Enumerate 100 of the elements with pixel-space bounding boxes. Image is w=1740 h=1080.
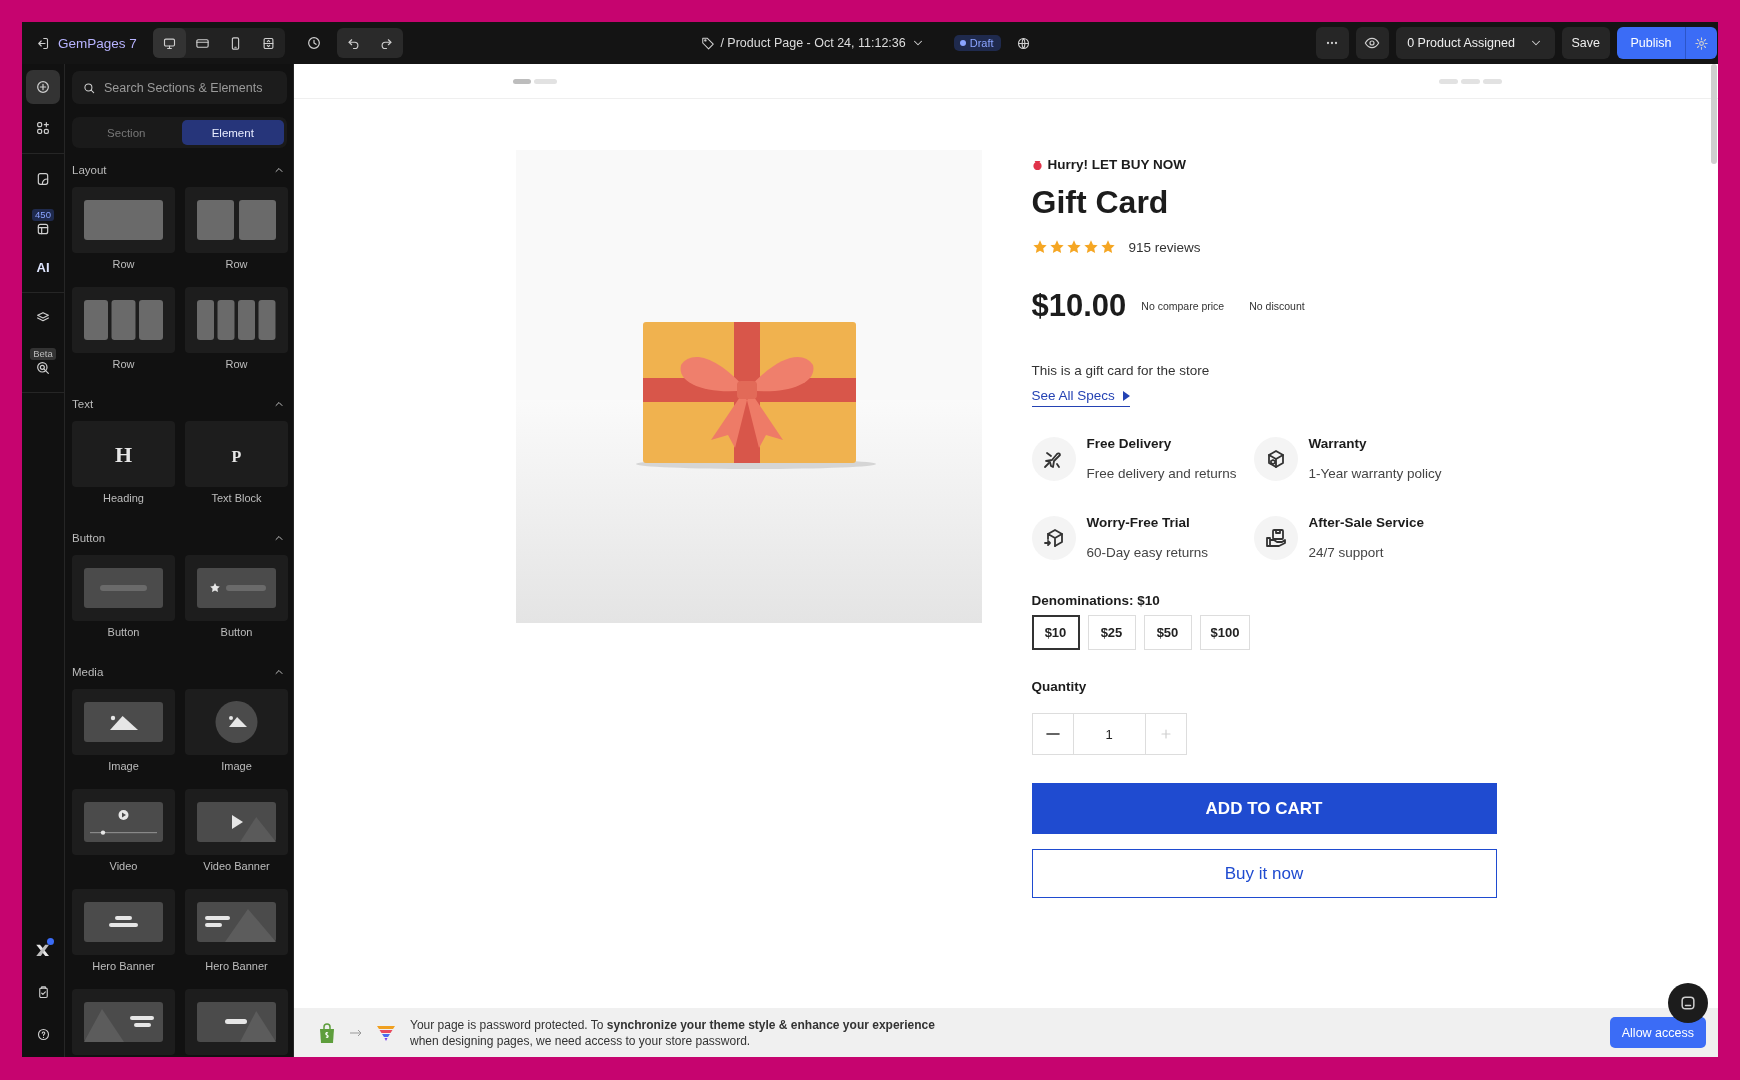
clock-icon [305, 35, 322, 51]
panel-tab[interactable]: Section [75, 120, 178, 145]
product-description: This is a gift card for the store [1031, 362, 1210, 380]
element-item[interactable]: Button [185, 555, 288, 641]
alarm-icon [1031, 159, 1043, 171]
hero-banner-icon [185, 889, 288, 955]
element-item[interactable]: Hero Banner [185, 889, 288, 975]
save-button[interactable]: Save [1561, 27, 1610, 59]
badge: 450 [32, 209, 54, 221]
feature-title: Warranty [1308, 435, 1368, 453]
feature-text: 24/7 support [1308, 544, 1385, 562]
element-item[interactable]: Image [72, 689, 175, 775]
badge: Beta [30, 348, 56, 360]
desktop-icon [161, 35, 177, 51]
minus-icon [1045, 733, 1060, 735]
settings-button[interactable] [1685, 27, 1717, 59]
element-item[interactable]: Video [72, 789, 175, 875]
app-title: GemPages 7 [58, 35, 137, 51]
video-banner-icon [185, 789, 288, 855]
apps-icon [35, 120, 51, 136]
placeholder-bar [513, 78, 557, 84]
panel-tab[interactable]: Element [181, 120, 284, 145]
option-button[interactable]: $25 [1087, 615, 1136, 650]
discount-label: No discount [1249, 300, 1305, 312]
element-item[interactable]: Row [185, 287, 288, 373]
specs-link[interactable]: See All Specs [1031, 386, 1130, 407]
star-button-shape-icon [185, 555, 288, 621]
element-item[interactable]: Row [72, 287, 175, 373]
box-return-icon [1041, 526, 1066, 550]
notice-text: Your page is password protected. To synchronize your theme style & enhance your experience when designing pages, we need access to your store password. [410, 1016, 936, 1049]
group-title: Media [72, 666, 104, 678]
preview-button[interactable] [1355, 27, 1389, 59]
search-icon [82, 81, 96, 95]
star-icon [1065, 239, 1082, 255]
option-label: Denominations: $10 [1031, 592, 1160, 610]
element-item[interactable]: Image [185, 689, 288, 775]
video-icon [72, 789, 175, 855]
three-columns-icon [72, 287, 175, 353]
option-button[interactable]: $50 [1143, 615, 1192, 650]
arrow-icon [350, 1028, 362, 1037]
two-columns-icon [185, 187, 288, 253]
one-column-icon [72, 187, 175, 253]
feature-title: Worry-Free Trial [1086, 514, 1191, 532]
chat-button[interactable] [1668, 983, 1708, 1023]
template-icon [35, 221, 51, 237]
letter-icon: P [185, 421, 288, 487]
publish-button[interactable]: Publish [1617, 27, 1685, 59]
element-item[interactable]: P Text Block [185, 421, 288, 507]
feature-text: Free delivery and returns [1086, 465, 1237, 483]
feature-title: Free Delivery [1086, 435, 1173, 453]
sidebar-tab[interactable]: 450 [26, 203, 60, 243]
ai-button[interactable]: AI [26, 252, 60, 282]
help-icon [35, 1026, 51, 1042]
promo-text: Hurry! LET BUY NOW [1047, 156, 1186, 174]
search-field[interactable]: Search Sections & Elements [72, 71, 287, 104]
star-icon [1099, 239, 1116, 255]
status-badge: Draft [953, 35, 1001, 51]
device-button[interactable] [152, 28, 186, 58]
element-item[interactable]: Hero Banner [72, 889, 175, 975]
tag-icon [701, 36, 716, 50]
page-icon [35, 171, 51, 187]
scrollbar[interactable] [1711, 64, 1717, 164]
placeholder-bar [1439, 78, 1502, 84]
feature-title: After-Sale Service [1308, 514, 1425, 532]
option-button[interactable]: $100 [1199, 615, 1251, 650]
option-button[interactable]: $10 [1031, 615, 1080, 650]
quantity-field[interactable]: 1 [1073, 713, 1145, 755]
sidebar-tab[interactable] [26, 70, 60, 104]
element-item[interactable]: Button [72, 555, 175, 641]
element-item[interactable]: Video Banner [185, 789, 288, 875]
quantity-label: Quantity [1031, 678, 1087, 696]
element-item[interactable]: Row [185, 187, 288, 273]
round-image-icon [185, 689, 288, 755]
resize-icon [260, 35, 276, 51]
add-icon [35, 79, 51, 95]
settings-icon [1694, 35, 1709, 51]
element-item[interactable]: Row [72, 187, 175, 273]
feature-text: 60-Day easy returns [1086, 544, 1209, 562]
feature-text: 1-Year warranty policy [1308, 465, 1442, 483]
sidebar-tab[interactable]: Beta [26, 342, 60, 382]
element-item[interactable]: H Heading [72, 421, 175, 507]
compare-price: No compare price [1141, 300, 1225, 312]
product-dropdown[interactable]: 0 Product Assigned [1395, 27, 1555, 59]
element-item[interactable] [72, 989, 175, 1055]
shopping-bag-icon [318, 1022, 336, 1043]
chat-icon [1678, 993, 1698, 1013]
caret-right-icon [1121, 391, 1130, 401]
funnel-icon [376, 1023, 396, 1042]
button-shape-icon [72, 555, 175, 621]
add-to-cart-button[interactable]: ADD TO CART [1031, 783, 1497, 834]
group-title: Button [72, 532, 106, 544]
allow-access-button[interactable]: Allow access [1609, 1017, 1706, 1048]
price: $10.00 [1031, 288, 1127, 324]
star-icon [1048, 239, 1065, 255]
review-count: 915 reviews [1128, 239, 1201, 255]
globe-icon [1016, 35, 1032, 51]
hero-banner-icon [72, 889, 175, 955]
letter-icon: H [72, 421, 175, 487]
buy-now-button[interactable]: Buy it now [1031, 849, 1497, 898]
group-title: Text [72, 398, 94, 410]
